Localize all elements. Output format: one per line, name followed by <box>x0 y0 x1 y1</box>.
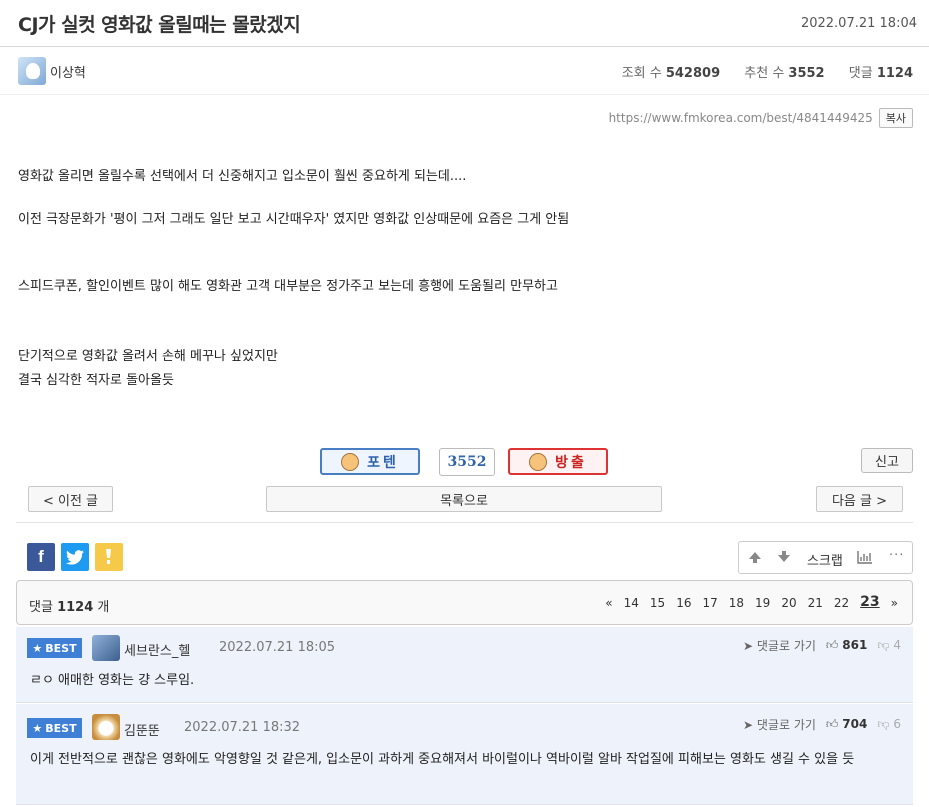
chart-icon[interactable] <box>857 550 873 568</box>
page-last[interactable]: » <box>891 596 898 610</box>
best-badge-label: BEST <box>45 641 77 655</box>
commenter-name[interactable]: 김뚠뚠 <box>124 720 160 739</box>
best-badge-label: BEST <box>45 721 77 735</box>
page-link[interactable]: 19 <box>755 596 770 610</box>
comment-count-value: 1124 <box>57 600 94 615</box>
comment-date: 2022.07.21 18:32 <box>184 720 301 735</box>
goto-comment-label: 댓글로 가기 <box>756 718 816 732</box>
post-header: CJ가 실컷 영화값 올릴때는 몰랐겠지 2022.07.21 18:04 <box>0 0 929 47</box>
views-count: 542809 <box>665 66 721 81</box>
next-post-button[interactable]: 다음 글 > <box>816 486 903 512</box>
page-link[interactable]: 20 <box>781 596 796 610</box>
comment-text: 이게 전반적으로 괜찮은 영화에도 악영향일 것 같은게, 입소문이 과하게 중… <box>30 752 855 767</box>
copy-url-button[interactable]: 복사 <box>878 108 913 128</box>
report-button[interactable]: 신고 <box>861 448 913 473</box>
dislike-count: 4 <box>893 638 901 652</box>
author-name[interactable]: 이상혁 <box>50 62 86 81</box>
facebook-share-icon[interactable]: f <box>27 543 55 571</box>
page-link[interactable]: 15 <box>650 596 665 610</box>
page-link[interactable]: 17 <box>702 596 717 610</box>
comment-actions: ➤ 댓글로 가기 👍︎ 861 👎︎ 4 <box>743 637 901 654</box>
body-line: 단기적으로 영화값 올려서 손해 메꾸나 싶었지만 <box>18 349 278 364</box>
comments-count: 1124 <box>876 66 913 81</box>
like-count: 704 <box>842 717 868 731</box>
vote-area: 포텐 3552 방출 <box>0 448 929 476</box>
prev-post-button[interactable]: < 이전 글 <box>28 486 113 512</box>
page-link[interactable]: 16 <box>676 596 691 610</box>
twitter-share-icon[interactable] <box>61 543 89 571</box>
thumbs-down-icon: 👎︎ <box>877 638 890 652</box>
comment-pagination: « 14 15 16 17 18 19 20 21 22 23 » <box>605 594 898 610</box>
post-tools: 스크랩 ··· <box>738 541 913 574</box>
best-badge: ★ BEST <box>27 638 82 658</box>
like-button[interactable]: 👍︎ 861 <box>826 638 867 653</box>
body-line: 결국 심각한 적자로 돌아올듯 <box>18 373 174 388</box>
commenter-avatar[interactable] <box>92 635 120 661</box>
author-avatar[interactable] <box>18 57 46 85</box>
comment-item: ★ BEST 김뚠뚠 2022.07.21 18:32 ➤ 댓글로 가기 👍︎ … <box>16 704 913 805</box>
downvote-label: 방출 <box>555 454 587 471</box>
angry-face-icon <box>529 452 548 471</box>
comment-item: ★ BEST 세브란스_헬 2022.07.21 18:05 ➤ 댓글로 가기 … <box>16 627 913 703</box>
views-label: 조회 수 <box>621 66 662 81</box>
divider <box>16 522 913 523</box>
body-line: 영화값 올리면 올릴수록 선택에서 더 신중해지고 입소문이 훨씬 중요하게 되… <box>18 169 467 184</box>
upvote-label: 포텐 <box>367 454 399 471</box>
like-button[interactable]: 👍︎ 704 <box>826 717 867 732</box>
post-title: CJ가 실컷 영화값 올릴때는 몰랐겠지 <box>18 14 301 36</box>
list-button[interactable]: 목록으로 <box>266 486 662 512</box>
body-line: 이전 극장문화가 '평이 그저 그래도 일단 보고 시간때우자' 였지만 영화값… <box>18 212 570 227</box>
thumbs-down-icon: 👎︎ <box>877 717 890 731</box>
dislike-count: 6 <box>893 717 901 731</box>
page-first[interactable]: « <box>605 596 612 610</box>
post-meta: 이상혁 조회 수 542809 추천 수 3552 댓글 1124 <box>0 47 929 95</box>
commenter-name[interactable]: 세브란스_헬 <box>124 640 190 659</box>
body-line: 스피드쿠폰, 할인이벤트 많이 해도 영화관 고객 대부분은 정가주고 보는데 … <box>18 279 558 294</box>
page-link[interactable]: 14 <box>624 596 639 610</box>
star-icon: ★ <box>32 641 43 655</box>
recommend-label: 추천 수 <box>744 66 785 81</box>
comment-count-label: 댓글 <box>29 600 53 615</box>
page-link[interactable]: 21 <box>808 596 823 610</box>
downvote-button[interactable]: 방출 <box>508 448 608 475</box>
like-count: 861 <box>842 638 868 652</box>
goto-comment-link[interactable]: ➤ 댓글로 가기 <box>743 716 816 733</box>
comment-text: ㄹㅇ 애매한 영화는 걍 스루임. <box>30 673 195 688</box>
page-current[interactable]: 23 <box>860 594 879 610</box>
comment-header: 댓글 1124 개 « 14 15 16 17 18 19 20 21 22 2… <box>16 580 913 625</box>
kakaostory-share-icon[interactable] <box>95 543 123 571</box>
post-stats: 조회 수 542809 추천 수 3552 댓글 1124 <box>622 62 913 81</box>
best-badge: ★ BEST <box>27 718 82 738</box>
comments-label: 댓글 <box>848 66 873 81</box>
recommend-count: 3552 <box>788 66 825 81</box>
thumbs-up-icon: 👍︎ <box>825 638 839 652</box>
comment-date: 2022.07.21 18:05 <box>219 640 336 655</box>
upvote-button[interactable]: 포텐 <box>320 448 420 475</box>
more-icon[interactable]: ··· <box>889 548 904 563</box>
comment-count-unit: 개 <box>97 600 110 615</box>
post-url[interactable]: https://www.fmkorea.com/best/4841449425 <box>609 111 873 125</box>
page-link[interactable]: 18 <box>729 596 744 610</box>
happy-face-icon <box>341 452 360 471</box>
arrow-down-icon[interactable] <box>777 550 791 568</box>
scrap-button[interactable]: 스크랩 <box>807 550 843 569</box>
page-link[interactable]: 22 <box>834 596 849 610</box>
goto-comment-label: 댓글로 가기 <box>756 639 816 653</box>
dislike-button[interactable]: 👎︎ 6 <box>877 717 901 732</box>
thumbs-up-icon: 👍︎ <box>825 717 839 731</box>
post-date: 2022.07.21 18:04 <box>800 16 917 31</box>
goto-comment-link[interactable]: ➤ 댓글로 가기 <box>743 637 816 654</box>
star-icon: ★ <box>32 721 43 735</box>
arrow-up-icon[interactable] <box>748 550 762 568</box>
comment-actions: ➤ 댓글로 가기 👍︎ 704 👎︎ 6 <box>743 716 901 733</box>
vote-count: 3552 <box>439 448 495 476</box>
commenter-avatar[interactable] <box>92 714 120 740</box>
post-url-row: https://www.fmkorea.com/best/4841449425 … <box>609 108 913 128</box>
comment-count: 댓글 1124 개 <box>29 596 109 615</box>
dislike-button[interactable]: 👎︎ 4 <box>877 638 901 653</box>
